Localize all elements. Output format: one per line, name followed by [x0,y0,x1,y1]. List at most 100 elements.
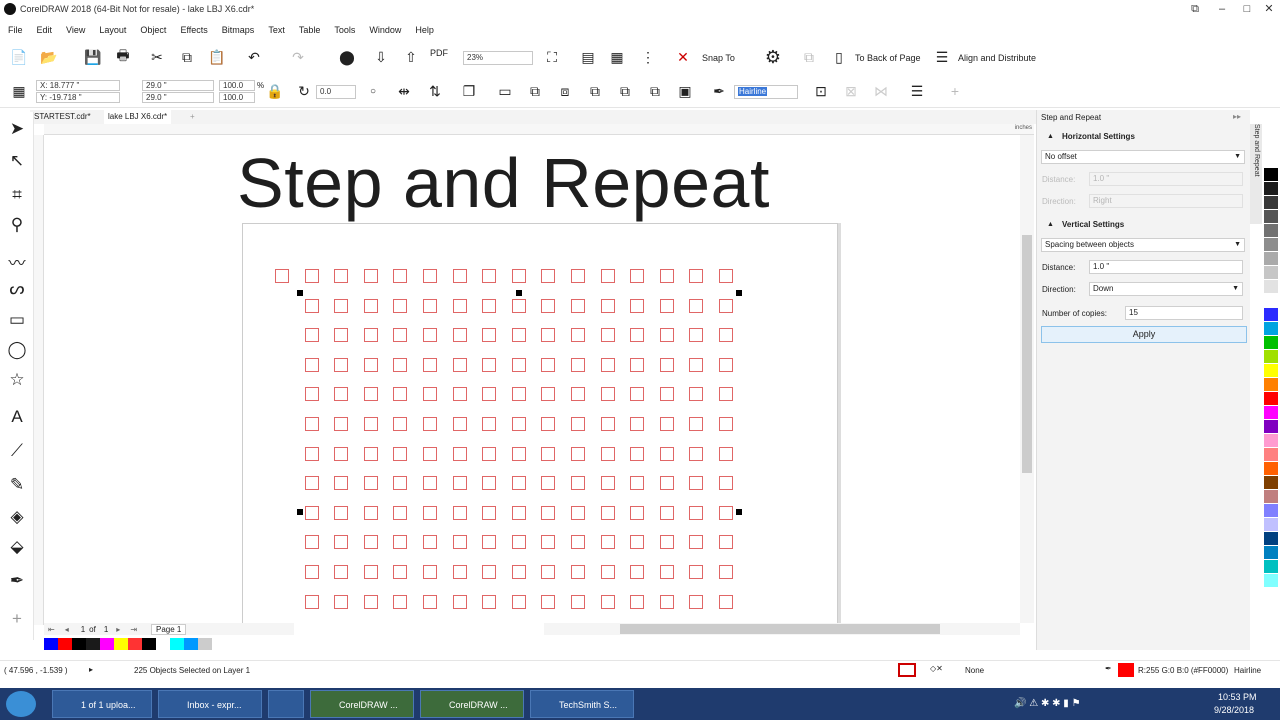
outline-color-swatch[interactable] [1118,663,1134,677]
color-proof-icon[interactable] [898,663,916,677]
grid-rectangle[interactable] [482,387,497,402]
palette-swatch[interactable] [1264,322,1278,336]
polygon-tool-icon[interactable]: ☆ [6,369,28,391]
grid-rectangle[interactable] [719,357,733,372]
document-palette-swatch[interactable] [198,638,212,650]
grid-rectangle[interactable] [452,328,467,343]
grid-rectangle[interactable] [304,328,319,343]
grid-rectangle[interactable] [541,269,556,283]
full-screen-icon[interactable]: ⛶ [541,46,563,68]
grid-rectangle[interactable] [363,505,378,520]
palette-swatch[interactable] [1264,504,1278,518]
grid-rectangle[interactable] [511,505,526,520]
grid-rectangle[interactable] [571,387,585,402]
grid-rectangle[interactable] [541,476,556,491]
grid-rectangle[interactable] [600,565,615,579]
grid-rectangle[interactable] [659,594,674,609]
grid-rectangle[interactable] [541,357,556,372]
palette-swatch[interactable] [1264,350,1278,364]
docker-expand-icon[interactable]: ▸▸ [1233,112,1241,121]
crop-tool-icon[interactable]: ⌗ [6,184,28,206]
grid-rectangle[interactable] [719,417,733,431]
grid-rectangle[interactable] [689,594,704,609]
import-icon[interactable]: ⇩ [370,46,392,68]
interactive-fill-icon[interactable]: ◈ [6,506,28,528]
horizontal-mode-dropdown[interactable]: No offset ▼ [1041,150,1245,164]
grid-rectangle[interactable] [423,476,437,491]
grid-rectangle[interactable] [600,269,615,283]
menu-object[interactable]: Object [140,20,166,40]
palette-swatch[interactable] [1264,168,1278,182]
grid-rectangle[interactable] [363,357,378,372]
grid-rectangle[interactable] [600,594,615,609]
grid-rectangle[interactable] [423,535,437,550]
palette-swatch[interactable] [1264,280,1278,294]
grid-rectangle[interactable] [452,387,467,402]
rotation-angle-field[interactable]: 0.0 [316,85,356,99]
document-palette-swatch[interactable] [114,638,128,650]
object-height-field[interactable]: 29.0 " [142,92,214,103]
parallel-dimension-icon[interactable]: ⟋ [6,440,28,462]
grid-rectangle[interactable] [452,298,467,313]
grid-rectangle[interactable] [541,535,556,550]
to-back-of-page-button[interactable]: To Back of Page [855,53,921,63]
horizontal-scroll-thumb[interactable] [620,624,940,634]
grid-rectangle[interactable] [393,505,408,520]
grid-rectangle[interactable] [452,417,467,431]
zoom-level-field[interactable]: 23% [463,51,533,65]
document-palette-swatch[interactable] [100,638,114,650]
grid-rectangle[interactable] [659,387,674,402]
grid-rectangle[interactable] [630,387,645,402]
prev-page-icon[interactable]: ◂ [65,625,69,634]
grid-rectangle[interactable] [511,387,526,402]
grid-rectangle[interactable] [452,594,467,609]
grid-rectangle[interactable] [630,357,645,372]
grid-rectangle[interactable] [689,269,704,283]
print-icon[interactable]: 🖶 [112,46,134,68]
grid-rectangle[interactable] [363,476,378,491]
show-guidelines-icon[interactable]: ⋮ [637,46,659,68]
grid-rectangle[interactable] [334,417,349,431]
palette-swatch[interactable] [1264,434,1278,448]
grid-rectangle[interactable] [393,269,408,283]
grid-rectangle[interactable] [511,565,526,579]
taskbar-item-techsmith[interactable]: TechSmith S... [530,690,634,718]
grid-rectangle[interactable] [630,446,645,461]
grid-rectangle[interactable] [630,269,645,283]
document-palette-swatch[interactable] [86,638,100,650]
grid-rectangle[interactable] [719,476,733,491]
trim-icon[interactable]: ⧉ [524,80,546,102]
grid-rectangle[interactable] [423,446,437,461]
document-palette-swatch[interactable] [170,638,184,650]
grid-rectangle[interactable] [363,387,378,402]
grid-rectangle[interactable] [511,298,526,313]
grid-rectangle[interactable] [659,565,674,579]
copy-icon[interactable]: ⧉ [176,46,198,68]
palette-swatch[interactable] [1264,490,1278,504]
grid-rectangle[interactable] [630,505,645,520]
export-icon[interactable]: ⇧ [400,46,422,68]
taskbar-item-upload[interactable]: 1 of 1 uploa... [52,690,152,718]
selection-handle[interactable] [297,509,303,515]
grid-rectangle[interactable] [452,505,467,520]
grid-rectangle[interactable] [334,594,349,609]
grid-rectangle[interactable] [511,328,526,343]
grid-rectangle[interactable] [393,594,408,609]
grid-rectangle[interactable] [482,505,497,520]
intersect-icon[interactable]: ⧈ [554,80,576,102]
grid-rectangle[interactable] [452,269,467,283]
wrap-text-icon[interactable]: ⊡ [810,80,832,102]
grid-rectangle[interactable] [363,269,378,283]
text-tool-icon[interactable]: A [6,406,28,428]
grid-rectangle[interactable] [630,476,645,491]
undo-icon[interactable]: ↶ [243,46,265,68]
scale-height-field[interactable]: 100.0 [219,92,255,103]
grid-rectangle[interactable] [393,565,408,579]
horizontal-scrollbar[interactable] [544,623,1020,635]
outline-width-dropdown[interactable]: Hairline [734,85,798,99]
grid-rectangle[interactable] [689,357,704,372]
grid-rectangle[interactable] [423,565,437,579]
system-tray-icons[interactable]: 🔊 ⚠ ✱ ✱ ▮ ⚑ [1014,698,1081,709]
grid-rectangle[interactable] [393,476,408,491]
grid-rectangle[interactable] [511,446,526,461]
